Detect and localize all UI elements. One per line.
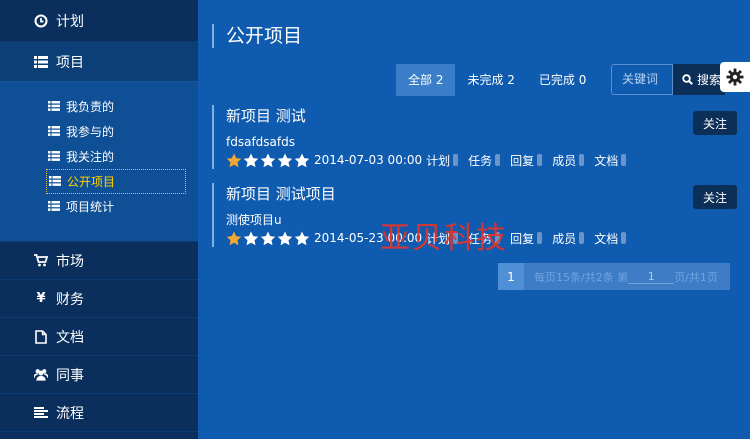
subnav-item-public[interactable]: 公开项目: [46, 169, 186, 194]
page-input[interactable]: 1: [628, 270, 675, 284]
pagination: 1 每页15条/共2条 第 1 页/共1页: [498, 263, 730, 290]
project-link-tasks[interactable]: 任务: [468, 152, 492, 169]
follow-button[interactable]: 关注: [693, 185, 737, 209]
badge-dot: [579, 154, 585, 166]
follow-button[interactable]: 关注: [693, 111, 737, 135]
rating-stars: [226, 153, 311, 168]
project-link-plan[interactable]: 计划: [426, 152, 450, 169]
tab-unfinished[interactable]: 未完成 2: [455, 64, 526, 96]
tab-finished[interactable]: 已完成 0: [527, 64, 598, 96]
cart-icon: [34, 254, 48, 268]
nav-label: 同事: [56, 367, 84, 384]
project-meta: 2014-07-03 00:00 计划 任务 回复 成员 文档: [226, 151, 737, 169]
list-icon: [48, 200, 60, 213]
nav-label: 文档: [56, 329, 84, 346]
users-icon: [34, 368, 48, 382]
nav-label: 项目: [56, 54, 84, 71]
star-filled-icon: [226, 231, 242, 245]
list-icon: [34, 55, 48, 69]
search-button-label: 搜索: [697, 73, 722, 87]
nav-item-project[interactable]: 项目: [0, 42, 198, 82]
subnav-item-stats[interactable]: 项目统计: [0, 194, 186, 219]
star-empty-icon: [294, 153, 310, 167]
list-icon: [48, 125, 60, 138]
nav-item-market[interactable]: 市场: [0, 242, 198, 280]
project-link-replies[interactable]: 回复: [510, 152, 534, 169]
list-icon: [49, 175, 61, 188]
file-icon: [34, 329, 48, 344]
badge-dot: [537, 154, 543, 166]
star-empty-icon: [277, 153, 293, 167]
subnav-item-participate[interactable]: 我参与的: [0, 119, 186, 144]
nav-label: 流程: [56, 405, 84, 422]
project-subnav: 我负责的 我参与的 我关注的 公开项目 项目统计: [0, 82, 198, 242]
filter-tabs: 全部 2 未完成 2 已完成 0: [396, 64, 598, 96]
subnav-item-followed[interactable]: 我关注的: [0, 144, 186, 169]
project-title[interactable]: 新项目 测试项目: [226, 183, 737, 205]
star-empty-icon: [294, 231, 310, 245]
page-number-current[interactable]: 1: [498, 263, 524, 290]
search-box: 关键词 搜索: [611, 64, 725, 95]
project-title[interactable]: 新项目 测试: [226, 105, 737, 127]
subnav-label: 我参与的: [66, 125, 115, 139]
star-empty-icon: [260, 153, 276, 167]
badge-dot: [537, 232, 543, 244]
subnav-label: 我负责的: [66, 100, 115, 114]
page-title: 公开项目: [212, 24, 302, 48]
subnav-label: 我关注的: [66, 150, 115, 164]
align-icon: [34, 406, 48, 420]
rating-stars: [226, 231, 311, 246]
subnav-label: 公开项目: [67, 175, 116, 189]
gear-icon: [726, 68, 744, 86]
clock-icon: [34, 14, 48, 28]
project-link-docs[interactable]: 文档: [594, 152, 618, 169]
list-icon: [48, 100, 60, 113]
project-link-members[interactable]: 成员: [552, 152, 576, 169]
settings-button[interactable]: [720, 62, 750, 92]
project-link-replies[interactable]: 回复: [510, 230, 534, 247]
project-item: 新项目 测试 fdsafdsafds 2014-07-03 00:00 计划 任…: [212, 105, 737, 169]
nav-label: 财务: [56, 291, 84, 308]
subnav-label: 项目统计: [66, 200, 115, 214]
yen-icon: ¥: [36, 291, 46, 306]
nav-item-workflow[interactable]: 流程: [0, 394, 198, 432]
nav-label: 市场: [56, 253, 84, 270]
search-input[interactable]: 关键词: [611, 64, 673, 95]
badge-dot: [453, 154, 459, 166]
search-icon: [682, 74, 693, 85]
project-date: 2014-07-03 00:00: [314, 153, 423, 167]
list-icon: [48, 150, 60, 163]
badge-dot: [621, 232, 627, 244]
star-filled-icon: [226, 153, 242, 167]
star-empty-icon: [243, 153, 259, 167]
nav-item-finance[interactable]: ¥ 财务: [0, 280, 198, 318]
project-desc: fdsafdsafds: [226, 135, 295, 149]
nav-label: 计划: [56, 13, 84, 30]
star-empty-icon: [260, 231, 276, 245]
watermark: 亚贝科技: [380, 221, 508, 256]
sidebar: 计划 项目 我负责的 我参与的 我关注的 公开项目 项目统计 市场 ¥ 财务 文…: [0, 0, 198, 439]
badge-dot: [495, 154, 501, 166]
star-empty-icon: [243, 231, 259, 245]
badge-dot: [621, 154, 627, 166]
pagination-info: 每页15条/共2条 第 1 页/共1页: [524, 263, 718, 290]
nav-item-plan[interactable]: 计划: [0, 0, 198, 42]
project-link-members[interactable]: 成员: [552, 230, 576, 247]
tab-all[interactable]: 全部 2: [396, 64, 456, 96]
nav-item-colleagues[interactable]: 同事: [0, 356, 198, 394]
nav-item-docs[interactable]: 文档: [0, 318, 198, 356]
star-empty-icon: [277, 231, 293, 245]
pagination-suffix: 页/共1页: [674, 270, 718, 284]
search-button[interactable]: 搜索: [673, 64, 725, 95]
subnav-item-mine[interactable]: 我负责的: [0, 94, 186, 119]
badge-dot: [579, 232, 585, 244]
pagination-prefix: 每页15条/共2条 第: [534, 270, 629, 284]
project-link-docs[interactable]: 文档: [594, 230, 618, 247]
